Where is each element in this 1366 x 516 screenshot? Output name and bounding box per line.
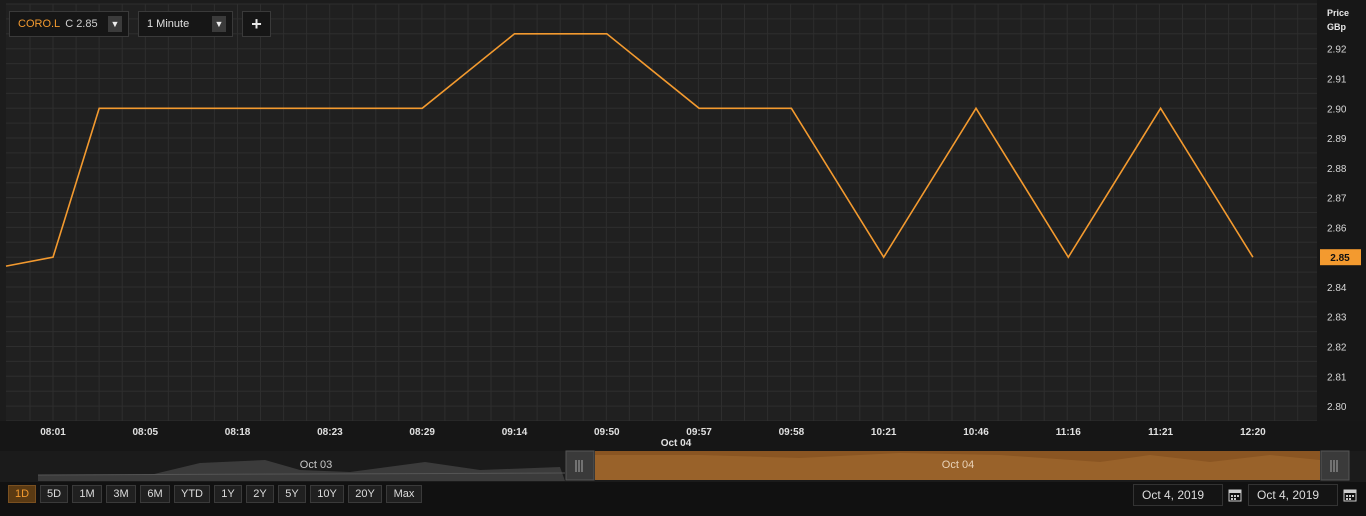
y-tick-label: 2.90 bbox=[1327, 104, 1347, 115]
range-button-ytd[interactable]: YTD bbox=[174, 485, 210, 503]
y-tick-label: 2.88 bbox=[1327, 164, 1347, 175]
end-date-field[interactable]: Oct 4, 2019 bbox=[1248, 484, 1338, 506]
y-tick-label: 2.81 bbox=[1327, 372, 1347, 383]
range-button-20y[interactable]: 20Y bbox=[348, 485, 382, 503]
x-tick-label: 08:05 bbox=[133, 427, 159, 438]
x-tick-label: 11:16 bbox=[1056, 427, 1081, 438]
plus-icon: + bbox=[251, 13, 262, 34]
x-tick-label: 09:57 bbox=[686, 427, 712, 438]
symbol-label: CORO.L bbox=[18, 18, 61, 30]
navigator-label-left: Oct 03 bbox=[300, 459, 332, 471]
start-date-value: Oct 4, 2019 bbox=[1142, 488, 1205, 502]
navigator-handle-left[interactable] bbox=[565, 450, 595, 481]
date-label: Oct 04 bbox=[661, 438, 692, 449]
range-button-1m[interactable]: 1M bbox=[72, 485, 102, 503]
x-tick-label: 08:23 bbox=[317, 427, 343, 438]
x-tick-label: 10:46 bbox=[963, 427, 989, 438]
y-tick-label: 2.82 bbox=[1327, 343, 1347, 354]
x-tick-label: 08:01 bbox=[40, 427, 66, 438]
close-price-label: C 2.85 bbox=[65, 18, 98, 30]
range-button-3m[interactable]: 3M bbox=[106, 485, 136, 503]
chevron-down-icon[interactable]: ▼ bbox=[212, 16, 226, 32]
chevron-down-icon[interactable]: ▼ bbox=[108, 16, 122, 32]
interval-selector[interactable]: 1 Minute ▼ bbox=[138, 11, 233, 37]
range-button-1d[interactable]: 1D bbox=[8, 485, 36, 503]
x-tick-label: 08:18 bbox=[225, 427, 251, 438]
x-tick-label: 08:29 bbox=[409, 427, 435, 438]
range-button-1y[interactable]: 1Y bbox=[214, 485, 242, 503]
y-tick-label: 2.89 bbox=[1327, 134, 1347, 145]
range-button-max[interactable]: Max bbox=[386, 485, 422, 503]
range-button-2y[interactable]: 2Y bbox=[246, 485, 274, 503]
x-tick-label: 11:21 bbox=[1148, 427, 1173, 438]
y-tick-label: 2.83 bbox=[1327, 313, 1347, 324]
start-date-field[interactable]: Oct 4, 2019 bbox=[1133, 484, 1223, 506]
calendar-icon[interactable] bbox=[1339, 484, 1361, 506]
y-tick-label: 2.80 bbox=[1327, 402, 1347, 413]
y-tick-label: 2.91 bbox=[1327, 75, 1347, 86]
x-tick-label: 09:58 bbox=[779, 427, 805, 438]
add-indicator-button[interactable]: + bbox=[242, 11, 271, 37]
y-tick-label: 2.87 bbox=[1327, 194, 1347, 205]
x-tick-label: 12:20 bbox=[1240, 427, 1266, 438]
price-chart[interactable]: 2.80 2.81 2.82 2.83 2.84 2.85 2.86 2.87 2.88 2.89… bbox=[0, 0, 1366, 482]
range-button-6m[interactable]: 6M bbox=[140, 485, 170, 503]
symbol-selector[interactable]: CORO.L C 2.85 ▼ bbox=[9, 11, 129, 37]
x-tick-label: 09:50 bbox=[594, 427, 620, 438]
chart-app: 2.80 2.81 2.82 2.83 2.84 2.85 2.86 2.87 2.88 2.89… bbox=[0, 0, 1366, 516]
range-button-5d[interactable]: 5D bbox=[40, 485, 68, 503]
y-tick-label: 2.92 bbox=[1327, 45, 1347, 56]
range-button-10y[interactable]: 10Y bbox=[310, 485, 344, 503]
price-axis-panel bbox=[1317, 0, 1366, 421]
price-axis-title: Price bbox=[1327, 8, 1350, 18]
calendar-icon[interactable] bbox=[1224, 484, 1246, 506]
current-price-label: 2.85 bbox=[1330, 253, 1350, 264]
x-tick-label: 09:14 bbox=[502, 427, 528, 438]
end-date-value: Oct 4, 2019 bbox=[1257, 488, 1320, 502]
y-tick-label: 2.86 bbox=[1327, 223, 1347, 234]
range-button-5y[interactable]: 5Y bbox=[278, 485, 306, 503]
navigator-label-right: Oct 04 bbox=[942, 459, 974, 471]
navigator-handle-right[interactable] bbox=[1320, 450, 1350, 481]
interval-label: 1 Minute bbox=[147, 18, 190, 30]
x-tick-label: 10:21 bbox=[871, 427, 897, 438]
price-axis-unit: GBp bbox=[1327, 22, 1346, 32]
price-axis-header: Price GBp bbox=[1327, 6, 1349, 34]
y-tick-label: 2.84 bbox=[1327, 283, 1347, 294]
